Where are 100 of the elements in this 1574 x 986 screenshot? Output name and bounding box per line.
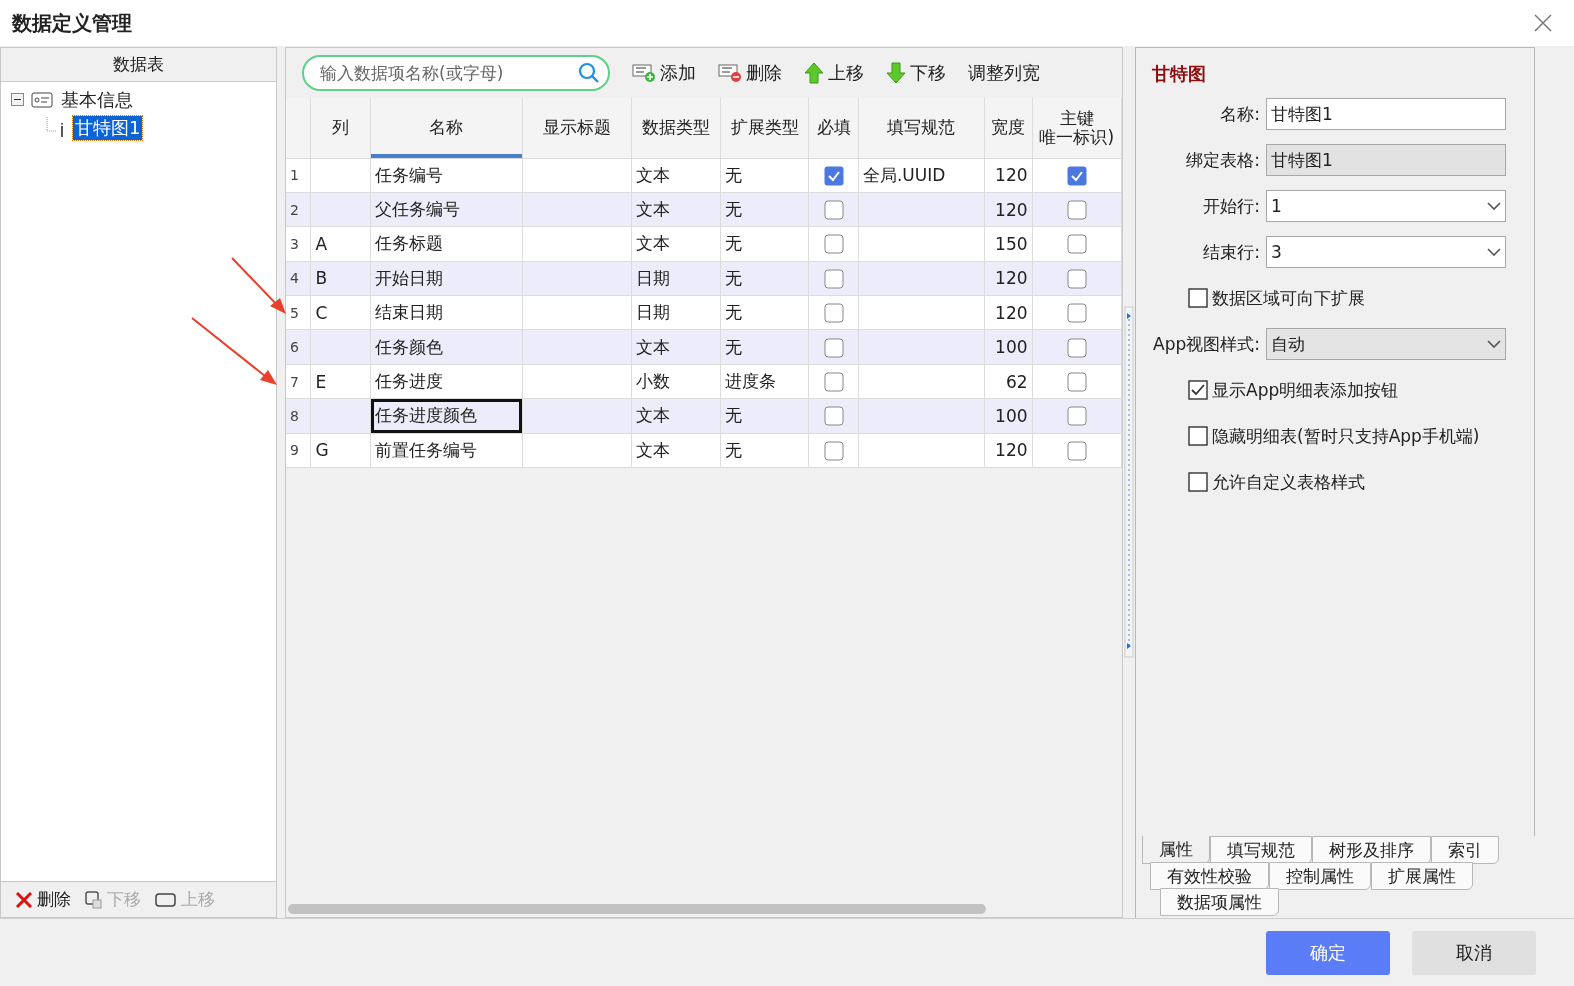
add-icon — [632, 63, 656, 83]
checkbox[interactable] — [1066, 200, 1087, 221]
adjust-width-button[interactable]: 调整列宽 — [968, 61, 1040, 85]
confirm-button[interactable]: 确定 — [1266, 930, 1390, 975]
tree-item[interactable]: 甘特图1 — [73, 116, 143, 140]
table-cell[interactable]: 任务进度 — [370, 364, 523, 399]
close-icon[interactable] — [1534, 14, 1552, 32]
table-cell: 无 — [720, 329, 809, 365]
down-arrow-icon — [886, 62, 906, 84]
chevron-down-icon — [1487, 339, 1501, 349]
table-cell: E — [310, 364, 371, 399]
table-cell[interactable]: 任务进度颜色 — [370, 398, 523, 434]
table-cell: 文本 — [631, 433, 721, 468]
table-cell: 100 — [984, 329, 1032, 365]
table-cell: 小数 — [631, 364, 721, 399]
checkbox[interactable] — [1066, 337, 1087, 358]
table-cell: 无 — [720, 158, 809, 193]
checkbox[interactable] — [823, 440, 844, 461]
column-header[interactable]: 显示标题 — [522, 98, 632, 158]
collapse-icon[interactable] — [11, 93, 25, 107]
column-header[interactable]: 主键 唯一标识) — [1032, 98, 1122, 158]
checkbox[interactable] — [1066, 440, 1087, 461]
add-button[interactable]: 添加 — [632, 61, 696, 85]
row-number: 7 — [286, 364, 311, 399]
column-header[interactable]: 数据类型 — [631, 98, 721, 158]
move-up-icon — [155, 891, 177, 908]
checkbox[interactable] — [823, 406, 844, 427]
table-icon — [31, 92, 53, 108]
table-cell[interactable]: 开始日期 — [370, 261, 523, 296]
search-input[interactable]: 输入数据项名称(或字母) — [318, 62, 578, 84]
checkbox[interactable] — [1066, 303, 1087, 324]
tab[interactable]: 有效性校验 — [1150, 862, 1269, 890]
table-cell: 100 — [984, 398, 1032, 434]
dropdown[interactable]: 1 — [1266, 190, 1506, 222]
column-header[interactable]: 宽度 — [984, 98, 1032, 158]
cancel-button[interactable]: 取消 — [1412, 930, 1536, 975]
search-icon — [578, 62, 600, 84]
up-arrow-icon — [804, 62, 824, 84]
table-cell: 全局.UUID — [858, 158, 985, 193]
checkbox[interactable] — [823, 337, 844, 358]
checkbox[interactable] — [1188, 426, 1208, 446]
tab[interactable]: 控制属性 — [1269, 862, 1371, 890]
checkbox[interactable] — [823, 200, 844, 221]
checkbox[interactable] — [1188, 472, 1208, 492]
table-cell — [310, 329, 371, 365]
table-cell[interactable]: 任务颜色 — [370, 329, 523, 365]
column-header[interactable]: 列 — [310, 98, 371, 158]
table-cell: 无 — [720, 261, 809, 296]
table-cell[interactable]: 任务标题 — [370, 226, 523, 262]
column-header[interactable]: 填写规范 — [858, 98, 985, 158]
row-number: 2 — [286, 192, 311, 227]
move-up-button[interactable]: 上移 — [804, 61, 864, 85]
checkbox[interactable] — [1188, 380, 1208, 400]
tree-item[interactable]: 基本信息 — [59, 88, 135, 112]
table-cell: 文本 — [631, 398, 721, 434]
tab[interactable]: 数据项属性 — [1160, 888, 1279, 916]
horizontal-scrollbar[interactable] — [288, 903, 986, 915]
table-cell — [310, 398, 371, 434]
remove-icon — [718, 63, 742, 83]
field-label: App视图样式: — [1152, 332, 1260, 356]
checkbox[interactable] — [1188, 288, 1208, 308]
dropdown[interactable]: 3 — [1266, 236, 1506, 268]
checkbox[interactable] — [823, 268, 844, 289]
table-cell: 120 — [984, 261, 1032, 296]
tab[interactable]: 索引 — [1431, 836, 1499, 864]
table-cell[interactable]: 父任务编号 — [370, 192, 523, 227]
chevron-down-icon — [1487, 247, 1501, 257]
checkbox[interactable] — [1066, 268, 1087, 289]
table-cell: 文本 — [631, 329, 721, 365]
row-number: 3 — [286, 226, 311, 262]
column-header[interactable]: 必填 — [808, 98, 859, 158]
delete-button[interactable]: 删除 — [15, 888, 71, 911]
table-cell[interactable]: 任务编号 — [370, 158, 523, 193]
tab[interactable]: 扩展属性 — [1371, 862, 1473, 890]
table-cell[interactable]: 前置任务编号 — [370, 433, 523, 468]
checkbox[interactable] — [823, 372, 844, 393]
table-cell: C — [310, 295, 371, 330]
table-cell: 无 — [720, 433, 809, 468]
search-field[interactable]: 输入数据项名称(或字母) — [302, 55, 610, 91]
checkbox[interactable] — [1066, 406, 1087, 427]
checkbox[interactable] — [1066, 165, 1087, 186]
table-cell: B — [310, 261, 371, 296]
column-header[interactable]: 名称 — [370, 98, 523, 158]
row-number: 1 — [286, 158, 311, 193]
tab[interactable]: 填写规范 — [1210, 836, 1312, 864]
column-header[interactable]: 扩展类型 — [720, 98, 809, 158]
tab[interactable]: 属性 — [1142, 836, 1210, 864]
table-cell: 日期 — [631, 261, 721, 296]
table-cell[interactable]: 结束日期 — [370, 295, 523, 330]
tab[interactable]: 树形及排序 — [1312, 836, 1431, 864]
checkbox[interactable] — [1066, 372, 1087, 393]
field-label: 名称: — [1219, 102, 1260, 126]
checkbox[interactable] — [823, 234, 844, 255]
move-down-button[interactable]: 下移 — [886, 61, 946, 85]
checkbox[interactable] — [823, 165, 844, 186]
delete-button[interactable]: 删除 — [718, 61, 782, 85]
text-field[interactable]: 甘特图1 — [1266, 98, 1506, 130]
checkbox[interactable] — [823, 303, 844, 324]
table-cell: 文本 — [631, 226, 721, 262]
checkbox[interactable] — [1066, 234, 1087, 255]
